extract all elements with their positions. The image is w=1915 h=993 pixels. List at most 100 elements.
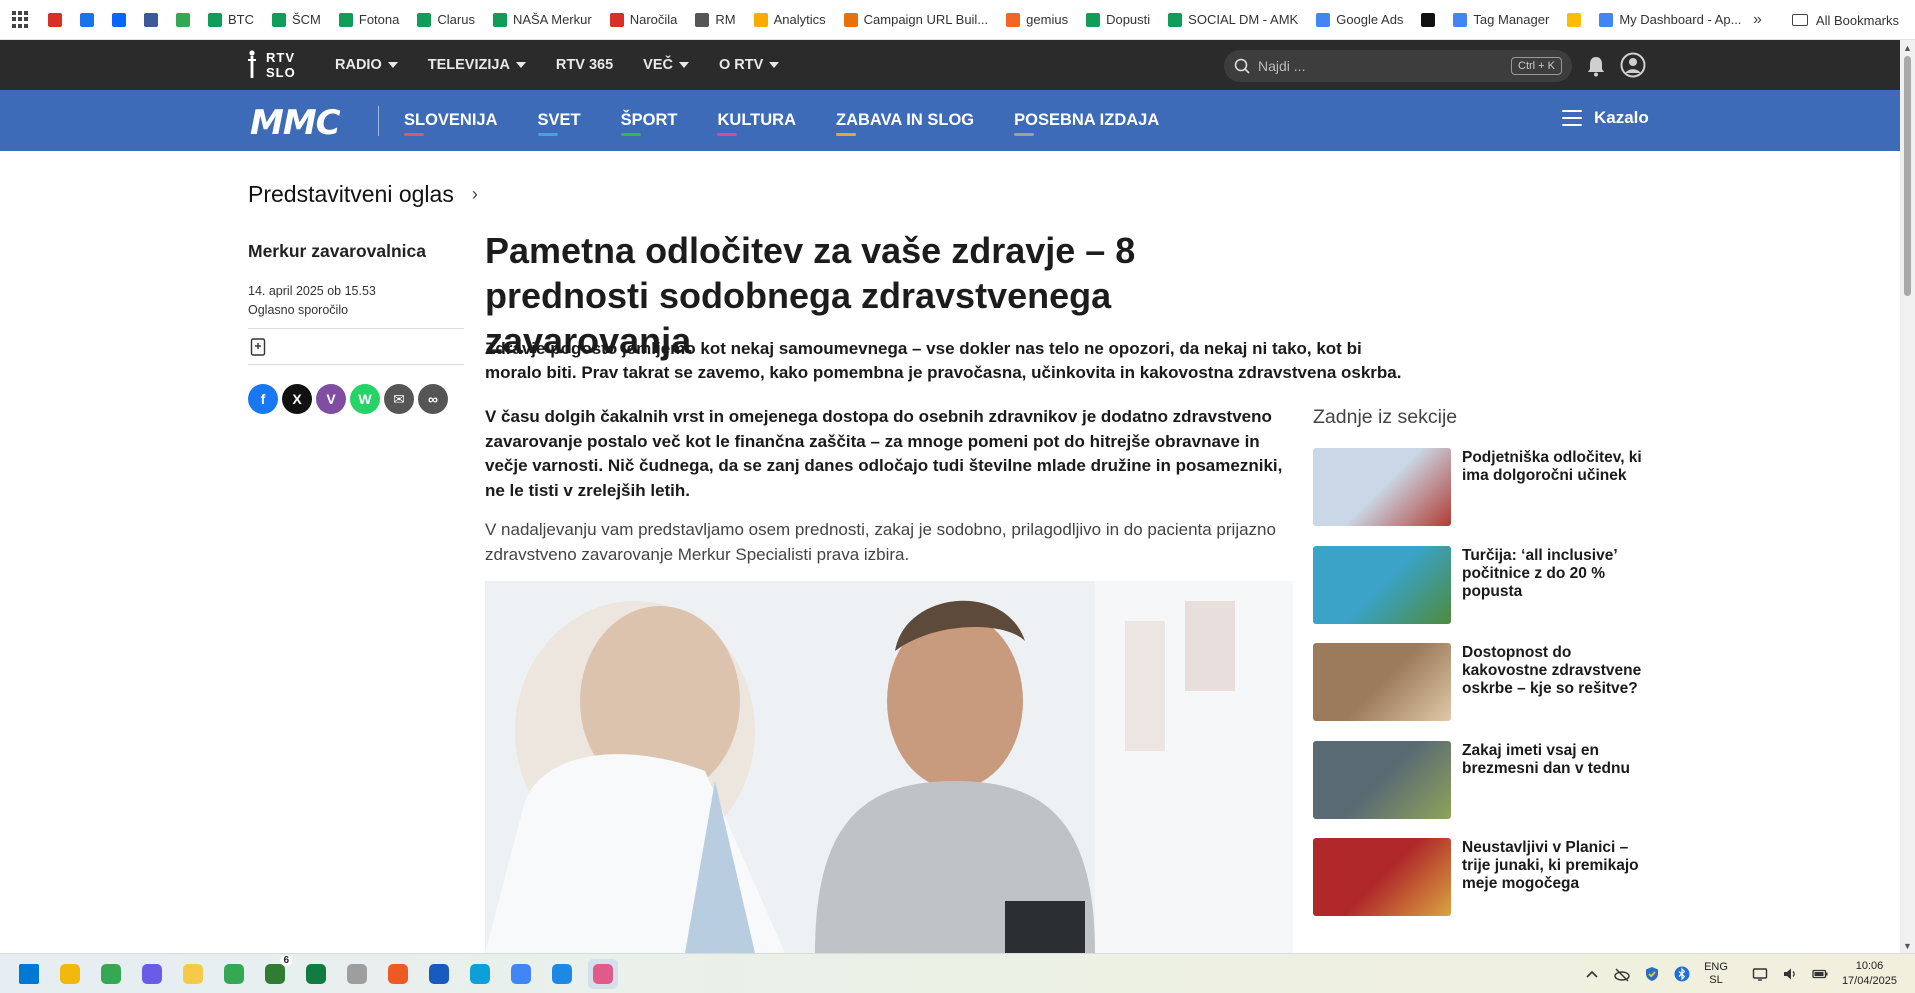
bookmark-item[interactable]: Tag Manager [1453, 12, 1549, 27]
teams-chat-icon[interactable]: 6 [260, 955, 292, 989]
bookmark-item[interactable]: Analytics [753, 12, 826, 27]
save-bookmark-icon[interactable] [250, 338, 266, 356]
bookmark-item[interactable]: ŠCM [272, 12, 321, 27]
bookmark-item[interactable] [1421, 12, 1436, 27]
email-icon[interactable]: ✉ [384, 384, 414, 414]
bookmark-item[interactable] [48, 12, 62, 27]
user-account-icon[interactable] [1620, 52, 1646, 78]
sheets-icon [208, 12, 222, 27]
windows-start-icon[interactable] [14, 959, 44, 989]
bookmark-item[interactable] [176, 12, 190, 27]
bookmark-item[interactable]: gemius [1006, 12, 1068, 27]
snipping-tool-icon[interactable] [137, 959, 167, 989]
photos-icon[interactable] [547, 959, 577, 989]
scrollbar-thumb[interactable] [1904, 56, 1911, 296]
apps-grid-icon[interactable] [12, 10, 30, 29]
chrome-profile-icon[interactable] [219, 959, 249, 989]
section-tab[interactable]: POSEBNA IZDAJA [1014, 111, 1159, 136]
article-thumbnail[interactable] [1313, 838, 1451, 916]
app-orange-icon[interactable] [383, 959, 413, 989]
caret-down-icon [769, 62, 780, 68]
sidebar-article-title[interactable]: Dostopnost do kakovostne zdravstvene osk… [1462, 643, 1653, 741]
bookmark-item[interactable]: RM [695, 12, 736, 27]
language-indicator[interactable]: ENG SL [1704, 961, 1728, 987]
sidebar-article-title[interactable]: Podjetniška odločitev, ki ima dolgoročni… [1462, 448, 1653, 546]
sticky-notes-icon[interactable] [178, 959, 208, 989]
bookmark-item[interactable]: Google Ads [1316, 12, 1403, 27]
bookmark-item[interactable] [1567, 12, 1582, 27]
facebook-icon[interactable]: f [248, 384, 278, 414]
screen-tool-icon[interactable] [588, 959, 618, 989]
network-display-icon[interactable] [1752, 966, 1768, 982]
article-thumbnail[interactable] [1313, 448, 1451, 526]
file-explorer-icon[interactable] [55, 959, 85, 989]
volume-icon[interactable] [1782, 966, 1798, 982]
bookmark-label: Naročila [629, 12, 678, 27]
section-tab[interactable]: KULTURA [717, 111, 796, 136]
notification-bell-icon[interactable] [1586, 55, 1606, 77]
battery-icon[interactable] [1812, 966, 1828, 982]
bookmark-item[interactable] [80, 12, 94, 27]
article-thumbnail[interactable] [1313, 643, 1451, 721]
viber-icon[interactable]: V [316, 384, 346, 414]
sidebar-article-title[interactable]: Zakaj imeti vsaj en brezmesni dan v tedn… [1462, 741, 1653, 839]
sidebar-article-item[interactable]: Dostopnost do kakovostne zdravstvene osk… [1313, 643, 1653, 741]
article-thumbnail[interactable] [1313, 740, 1451, 819]
kazalo-menu-button[interactable]: Kazalo [1562, 108, 1649, 128]
system-clock[interactable]: 10:06 17/04/2025 [1842, 959, 1897, 989]
topnav-item-televizija[interactable]: TELEVIZIJA [428, 57, 526, 73]
sidebar-article-item[interactable]: Turčija: ‘all inclusive’ počitnice z do … [1313, 545, 1653, 644]
topnav-item-več[interactable]: VEČ [643, 57, 689, 73]
dots-icon [695, 12, 710, 27]
section-tab[interactable]: ŠPORT [620, 111, 677, 136]
excel-icon[interactable] [301, 959, 331, 989]
link-icon[interactable]: ∞ [418, 384, 448, 414]
bookmark-item[interactable]: Fotona [338, 12, 399, 27]
topnav-item-rtv-365[interactable]: RTV 365 [556, 57, 613, 73]
rtv-slo-logo[interactable]: RTV SLO [248, 48, 300, 82]
onedrive-icon[interactable] [1614, 966, 1630, 982]
bookmark-item[interactable]: Campaign URL Buil... [843, 12, 988, 27]
bluetooth-icon[interactable] [1674, 966, 1690, 982]
bookmark-item[interactable]: Clarus [417, 12, 475, 27]
bookmark-item[interactable]: BTC [208, 12, 254, 27]
bookmark-item[interactable]: My Dashboard - Ap... [1599, 12, 1741, 27]
chrome-icon[interactable] [96, 959, 126, 989]
sidebar-article-item[interactable]: Zakaj imeti vsaj en brezmesni dan v tedn… [1313, 740, 1653, 839]
topnav-item-o-rtv[interactable]: O RTV [719, 57, 780, 73]
article-thumbnail[interactable] [1313, 545, 1451, 624]
sidebar-article-title[interactable]: Neustavljivi v Planici – trije junaki, k… [1462, 838, 1653, 936]
section-tab[interactable]: SVET [537, 111, 581, 136]
scroll-up-arrow-icon[interactable]: ▲ [1903, 43, 1912, 53]
bookmark-item[interactable]: Dopusti [1086, 12, 1150, 27]
bookmark-label: SOCIAL DM - AMK [1188, 12, 1299, 27]
bookmark-item[interactable] [144, 12, 158, 27]
page-scrollbar[interactable]: ▲ ▼ [1900, 40, 1915, 953]
security-shield-icon[interactable] [1644, 966, 1660, 982]
show-hidden-icons-chevron-icon[interactable] [1584, 966, 1600, 982]
chrome-alt-icon[interactable] [506, 959, 536, 989]
mmc-logo[interactable]: MMC [250, 103, 341, 143]
section-tab[interactable]: ZABAVA IN SLOG [836, 111, 974, 136]
sidebar-article-item[interactable]: Neustavljivi v Planici – trije junaki, k… [1313, 838, 1653, 936]
notepad-icon[interactable] [342, 959, 372, 989]
whatsapp-icon[interactable]: W [350, 384, 380, 414]
section-tab[interactable]: SLOVENIJA [404, 111, 498, 136]
search-field[interactable]: Najdi ... Ctrl + K [1224, 50, 1572, 82]
sidebar-article-item[interactable]: Podjetniška odločitev, ki ima dolgoročni… [1313, 448, 1653, 546]
sidebar-article-title[interactable]: Turčija: ‘all inclusive’ počitnice z do … [1462, 546, 1653, 644]
scroll-down-arrow-icon[interactable]: ▼ [1903, 941, 1912, 951]
section-breadcrumb[interactable]: Predstavitveni oglas › [248, 181, 478, 208]
bookmark-item[interactable]: Naročila [609, 12, 678, 27]
word-icon[interactable] [424, 959, 454, 989]
bookmark-item[interactable]: SOCIAL DM - AMK [1168, 12, 1298, 27]
topnav-item-radio[interactable]: RADIO [335, 57, 398, 73]
edge-icon[interactable] [465, 959, 495, 989]
article-author[interactable]: Merkur zavarovalnica [248, 241, 426, 262]
topnav-item-label: RADIO [335, 57, 382, 73]
bookmark-item[interactable]: NAŠA Merkur [492, 12, 592, 27]
x-icon[interactable]: X [282, 384, 312, 414]
bookmark-item[interactable] [112, 12, 126, 27]
more-bookmarks-chevron-icon[interactable]: » [1753, 11, 1762, 29]
all-bookmarks-button[interactable]: All Bookmarks [1816, 13, 1899, 28]
